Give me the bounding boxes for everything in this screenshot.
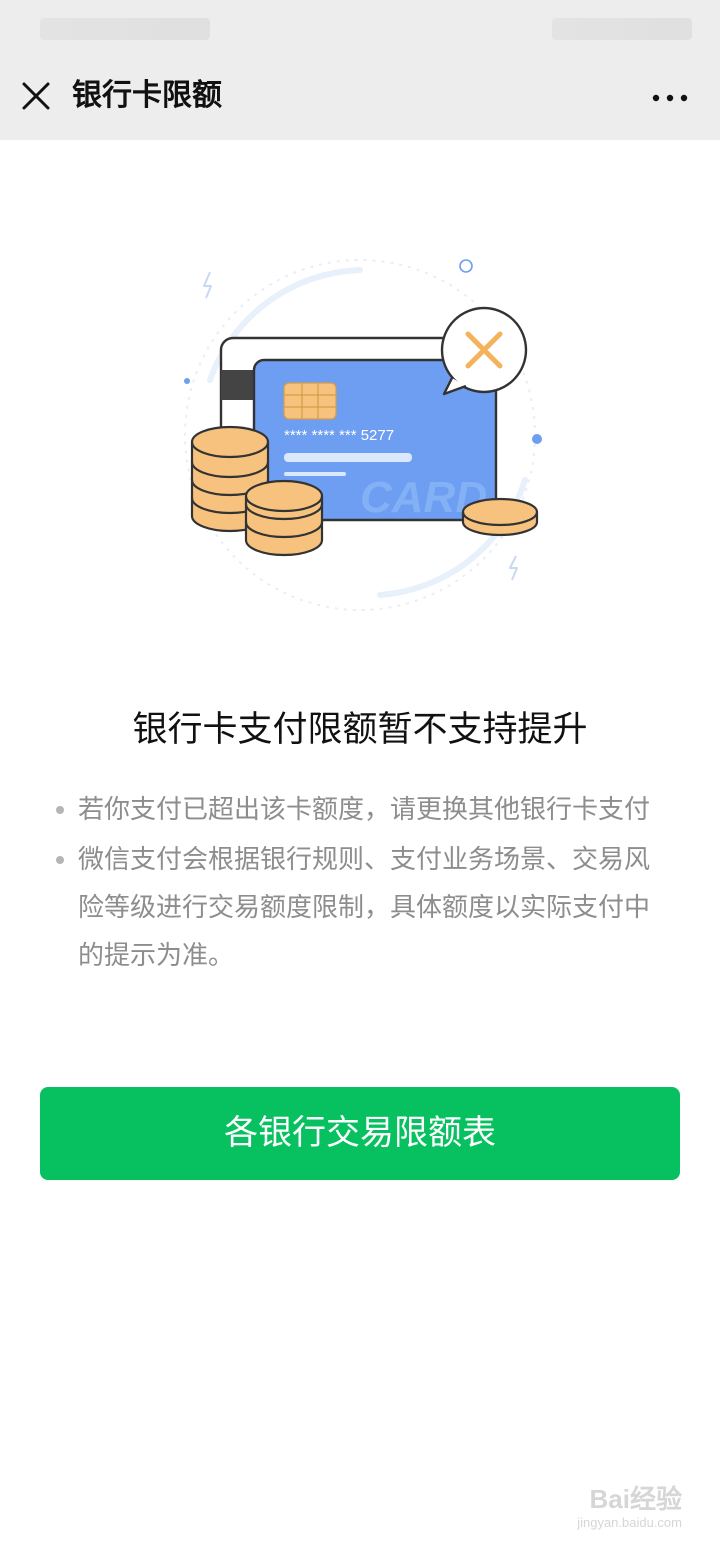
close-button[interactable] [16, 76, 56, 116]
note-text: 若你支付已超出该卡额度，请更换其他银行卡支付 [78, 795, 651, 825]
list-item: 若你支付已超出该卡额度，请更换其他银行卡支付 [52, 786, 672, 834]
more-button[interactable] [650, 78, 690, 118]
bullet-dot [56, 856, 64, 864]
more-icon [652, 94, 688, 102]
notes-list: 若你支付已超出该卡额度，请更换其他银行卡支付 微信支付会根据银行规则、支付业务场… [52, 786, 672, 982]
page-title: 银行卡限额 [72, 78, 222, 113]
bullet-dot [56, 806, 64, 814]
bank-card-limit-illustration: **** **** *** 5277 CARD [184, 259, 542, 611]
watermark-logo: Bai经验 jingyan.baidu.com [552, 1484, 682, 1536]
headline: 银行卡支付限额暂不支持提升 [132, 710, 588, 750]
navigation-bar: 银行卡限额 [0, 56, 720, 140]
close-icon [22, 82, 50, 110]
status-bar-left-blurred [40, 18, 210, 40]
note-text: 微信支付会根据银行规则、支付业务场景、交易风险等级进行交易额度限制，具体额度以实… [78, 845, 651, 971]
status-bar-right-blurred [552, 18, 692, 40]
bank-limit-table-button[interactable]: 各银行交易限额表 [40, 1087, 680, 1180]
watermark-main-text: Bai经验 [589, 1484, 682, 1514]
status-bar [0, 0, 720, 56]
page: 银行卡限额 **** **** *** 5277 CARD 银行卡支付限额暂不支… [0, 0, 720, 1560]
bank-card-illustration: **** **** *** 5277 CARD [170, 250, 560, 630]
watermark-sub-text: jingyan.baidu.com [577, 1515, 682, 1530]
card-number-text: **** **** *** 5277 [284, 427, 394, 444]
list-item: 微信支付会根据银行规则、支付业务场景、交易风险等级进行交易额度限制，具体额度以实… [52, 836, 672, 980]
